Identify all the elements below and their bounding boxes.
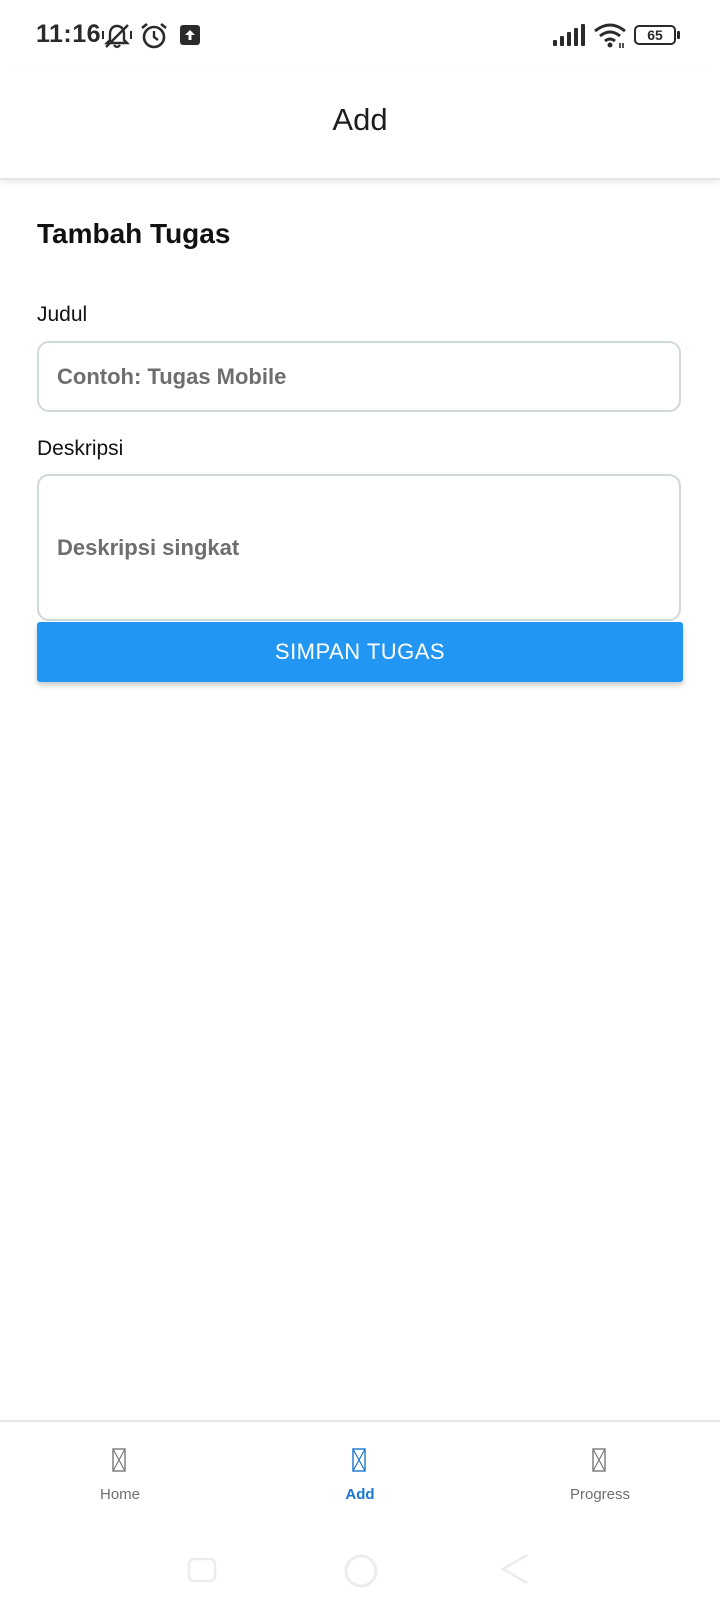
save-task-button[interactable]: SIMPAN TUGAS xyxy=(37,622,683,682)
nav-label-home: Home xyxy=(99,1486,140,1503)
missing-glyph-icon xyxy=(592,1448,606,1472)
upload-icon xyxy=(180,25,200,45)
mute-vibrate-icon xyxy=(102,24,132,49)
back-icon[interactable] xyxy=(500,1552,530,1586)
judul-input[interactable] xyxy=(37,341,681,412)
page-title: Add xyxy=(332,102,388,137)
app-bar: Add xyxy=(0,72,720,180)
status-time: 11:16 xyxy=(36,20,102,48)
home-circle-icon[interactable] xyxy=(342,1552,380,1590)
battery-tip xyxy=(677,31,680,39)
battery-icon: 65 xyxy=(634,25,680,45)
judul-label: Judul xyxy=(37,303,88,326)
alarm-icon xyxy=(141,22,167,49)
nav-item-add[interactable]: Add xyxy=(240,1422,480,1524)
bottom-nav: Home Add Progress xyxy=(0,1420,720,1524)
form-title: Tambah Tugas xyxy=(37,218,231,249)
signal-icon xyxy=(553,24,585,46)
missing-glyph-icon xyxy=(352,1448,366,1472)
nav-label-progress: Progress xyxy=(569,1486,631,1503)
wifi-icon xyxy=(594,23,626,48)
nav-label-add: Add xyxy=(345,1486,375,1503)
system-nav-bar xyxy=(0,1522,720,1600)
battery-level: 65 xyxy=(647,27,663,43)
screen: 11:16 65 Add Tambah Tugas Judul Contoh: … xyxy=(0,0,720,1600)
nav-item-home[interactable]: Home xyxy=(0,1422,240,1524)
recent-apps-icon[interactable] xyxy=(186,1558,218,1582)
nav-item-progress[interactable]: Progress xyxy=(480,1422,720,1524)
status-bar: 11:16 65 xyxy=(0,0,720,72)
deskripsi-input[interactable] xyxy=(37,474,681,621)
deskripsi-label: Deskripsi xyxy=(37,437,124,460)
missing-glyph-icon xyxy=(112,1448,126,1472)
